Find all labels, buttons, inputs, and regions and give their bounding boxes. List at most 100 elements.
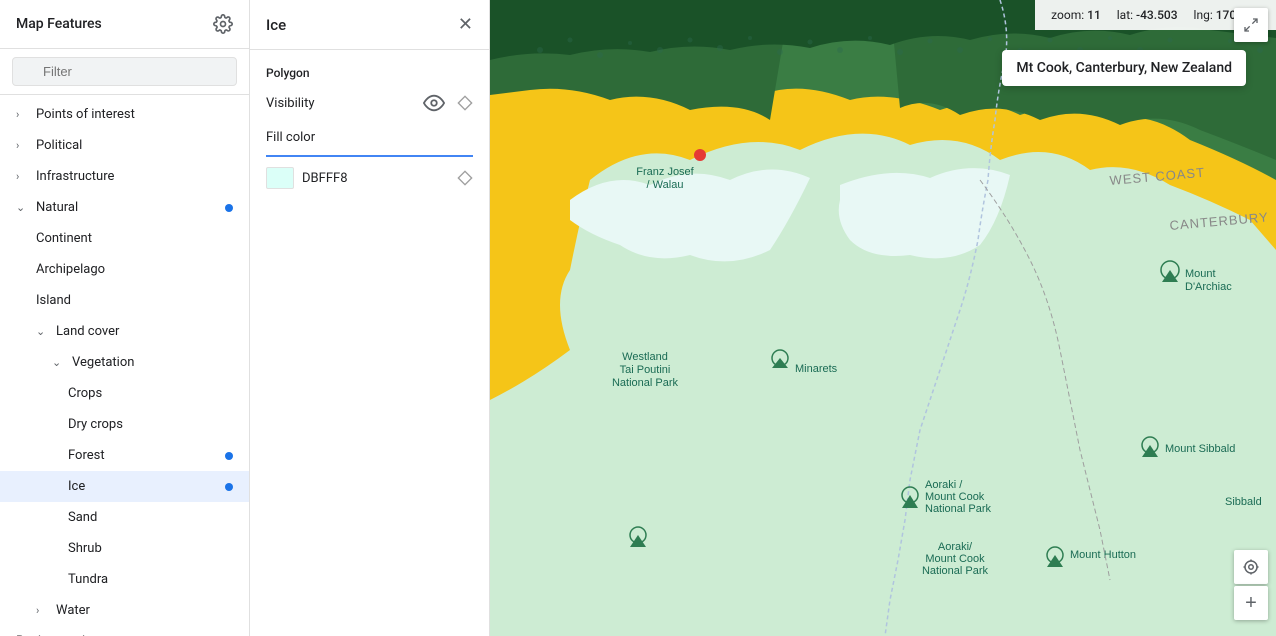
sidebar-item-background[interactable]: Background <box>0 626 249 636</box>
sidebar-label: Island <box>36 293 233 308</box>
map-controls: + <box>1234 550 1268 620</box>
zoom-value: 11 <box>1087 8 1101 22</box>
sidebar-label: Vegetation <box>72 355 233 370</box>
sidebar-item-shrub[interactable]: Shrub <box>0 533 249 564</box>
sidebar-label: Crops <box>68 386 233 401</box>
detail-body: Polygon Visibility Fill color DBFFF8 <box>250 50 489 636</box>
close-button[interactable]: ✕ <box>458 14 473 35</box>
sidebar-item-crops[interactable]: Crops <box>0 378 249 409</box>
sidebar-label: Forest <box>68 448 225 463</box>
sidebar-item-infrastructure[interactable]: › Infrastructure <box>0 161 249 192</box>
chevron-right-icon: › <box>36 604 48 617</box>
sidebar-item-water[interactable]: › Water <box>0 595 249 626</box>
filter-bar: ☰ <box>0 49 249 95</box>
chevron-down-icon: ⌄ <box>52 356 64 369</box>
aoraki-label-3: National Park <box>925 503 992 515</box>
chevron-down-icon: ⌄ <box>36 325 48 338</box>
visibility-label: Visibility <box>266 96 315 111</box>
sidebar-label: Infrastructure <box>36 169 233 184</box>
sidebar-item-natural[interactable]: ⌄ Natural <box>0 192 249 223</box>
aoraki-2-label-2: Mount Cook <box>925 553 985 565</box>
sidebar-label: Sand <box>68 510 233 525</box>
diamond-icon[interactable] <box>457 95 473 111</box>
westland-label: Westland <box>622 351 668 363</box>
walau-label: / Walau <box>647 179 684 191</box>
sidebar-label: Land cover <box>56 324 233 339</box>
location-button[interactable] <box>1234 550 1268 584</box>
sidebar-item-forest[interactable]: Forest <box>0 440 249 471</box>
status-dot <box>225 452 233 460</box>
sidebar-item-vegetation[interactable]: ⌄ Vegetation <box>0 347 249 378</box>
sidebar-label: Water <box>56 603 233 618</box>
fill-color-label: Fill color <box>266 130 473 145</box>
status-dot <box>225 483 233 491</box>
hex-value: DBFFF8 <box>302 171 449 186</box>
left-header: Map Features <box>0 0 249 49</box>
tai-poutini-label: Tai Poutini <box>620 364 671 376</box>
sidebar-label: Points of interest <box>36 107 233 122</box>
sidebar-item-land-cover[interactable]: ⌄ Land cover <box>0 316 249 347</box>
zoom-in-button[interactable]: + <box>1234 586 1268 620</box>
sidebar-label: Dry crops <box>68 417 233 432</box>
sidebar-item-sand[interactable]: Sand <box>0 502 249 533</box>
franz-josef-marker <box>694 149 706 161</box>
fill-color-line <box>266 155 473 157</box>
sidebar-label: Shrub <box>68 541 233 556</box>
sidebar-item-tundra[interactable]: Tundra <box>0 564 249 595</box>
gear-icon[interactable] <box>213 14 233 34</box>
detail-header: Ice ✕ <box>250 0 489 50</box>
lat-label: lat: -43.503 <box>1117 8 1178 22</box>
minarets-label: Minarets <box>795 363 838 375</box>
lat-value: -43.503 <box>1136 8 1178 22</box>
map-tooltip: Mt Cook, Canterbury, New Zealand <box>1002 50 1246 86</box>
detail-panel: Ice ✕ Polygon Visibility Fill color DBFF… <box>250 0 490 636</box>
nav-list: › Points of interest › Political › Infra… <box>0 95 249 636</box>
aoraki-2-label-1: Aoraki/ <box>938 541 973 553</box>
sidebar-label: Natural <box>36 200 225 215</box>
visibility-row: Visibility <box>266 92 473 114</box>
status-dot <box>225 204 233 212</box>
location-icon <box>1242 558 1260 576</box>
filter-wrapper: ☰ <box>12 57 237 86</box>
color-input-row: DBFFF8 <box>266 167 473 189</box>
chevron-right-icon: › <box>16 139 28 152</box>
sidebar-label: Tundra <box>68 572 233 587</box>
sidebar-item-points-of-interest[interactable]: › Points of interest <box>0 99 249 130</box>
national-park-label-1: National Park <box>612 377 679 389</box>
sidebar-item-archipelago[interactable]: Archipelago <box>0 254 249 285</box>
mount-sibbald-label: Mount Sibbald <box>1165 443 1235 455</box>
fullscreen-button[interactable] <box>1234 8 1268 42</box>
sidebar-item-dry-crops[interactable]: Dry crops <box>0 409 249 440</box>
sidebar-item-island[interactable]: Island <box>0 285 249 316</box>
aoraki-2-label-3: National Park <box>922 565 989 577</box>
visibility-controls <box>423 92 473 114</box>
franz-josef-label: Franz Josef <box>636 166 694 178</box>
panel-title: Map Features <box>16 16 102 32</box>
mount-darchiac-label-2: D'Archiac <box>1185 281 1232 293</box>
aoraki-label-2: Mount Cook <box>925 491 985 503</box>
sidebar-label: Political <box>36 138 233 153</box>
filter-input[interactable] <box>12 57 237 86</box>
eye-icon[interactable] <box>423 92 445 114</box>
left-panel: Map Features ☰ › Points of interest › Po… <box>0 0 250 636</box>
diamond-icon-2[interactable] <box>457 170 473 186</box>
chevron-down-icon: ⌄ <box>16 201 28 214</box>
map-panel[interactable]: zoom: 11 lat: -43.503 lng: 170.306 Mt Co… <box>490 0 1276 636</box>
zoom-label: zoom: 11 <box>1051 8 1101 22</box>
sidebar-item-ice[interactable]: Ice <box>0 471 249 502</box>
chevron-right-icon: › <box>16 108 28 121</box>
sidebar-label: Ice <box>68 479 225 494</box>
mount-darchiac-label: Mount <box>1185 268 1216 280</box>
detail-title: Ice <box>266 16 286 34</box>
fill-color-section: Fill color DBFFF8 <box>266 130 473 189</box>
sidebar-item-continent[interactable]: Continent <box>0 223 249 254</box>
map-svg: WEST COAST CANTERBURY WEST COAST CANTERB… <box>490 0 1276 636</box>
sidebar-label: Archipelago <box>36 262 233 277</box>
chevron-right-icon: › <box>16 170 28 183</box>
type-label: Polygon <box>266 66 473 80</box>
color-swatch[interactable] <box>266 167 294 189</box>
fullscreen-icon <box>1243 17 1259 33</box>
sidebar-label: Continent <box>36 231 233 246</box>
aoraki-label-1: Aoraki / <box>925 479 963 491</box>
sidebar-item-political[interactable]: › Political <box>0 130 249 161</box>
